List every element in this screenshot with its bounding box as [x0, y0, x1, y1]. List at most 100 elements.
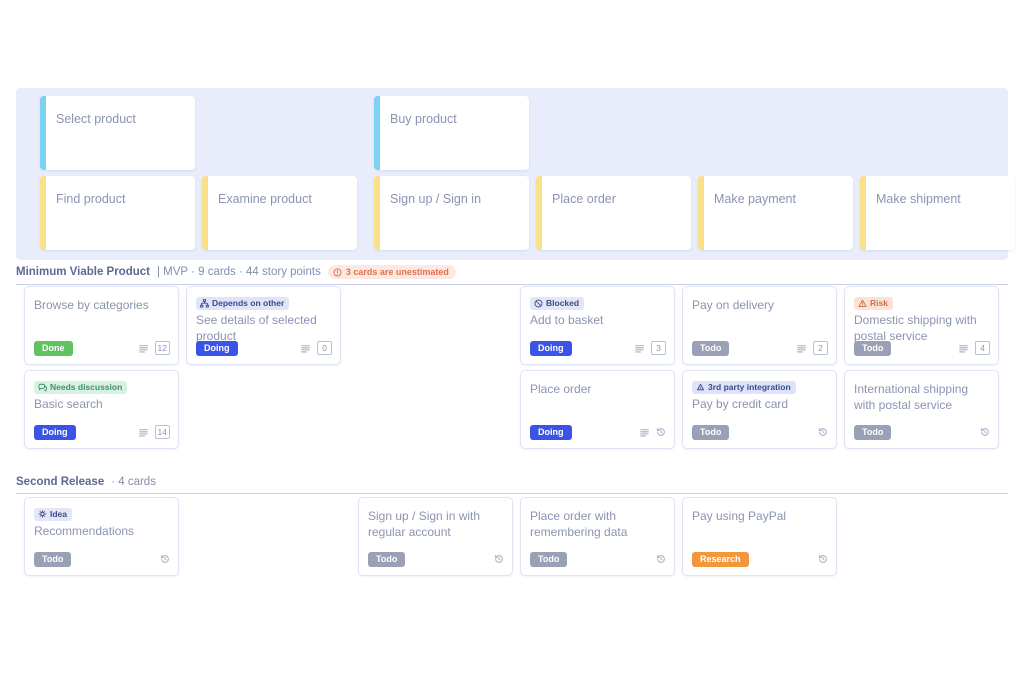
story-card[interactable]: International shipping with postal servi…: [844, 370, 999, 449]
release-card-lane: Idea Recommendations Todo Sign up / Sign in…: [0, 497, 1024, 667]
description-lines-icon[interactable]: [639, 427, 650, 438]
description-lines-icon[interactable]: [300, 343, 311, 354]
step-card[interactable]: Place order: [536, 176, 691, 250]
activity-card[interactable]: Buy product: [374, 96, 529, 170]
story-card-title: Pay by credit card: [692, 397, 789, 411]
step-title: Place order: [552, 192, 616, 206]
story-points-badge[interactable]: 12: [154, 341, 170, 355]
story-points-badge[interactable]: 2: [813, 341, 828, 355]
description-lines-icon[interactable]: [958, 343, 969, 354]
story-card-indicators: 2: [796, 341, 828, 355]
story-card[interactable]: Risk Domestic shipping with postal servic…: [844, 286, 999, 365]
story-points-badge[interactable]: 3: [651, 341, 666, 355]
story-card-title: Browse by categories: [34, 298, 149, 312]
step-card[interactable]: Examine product: [202, 176, 357, 250]
step-color-stripe: [860, 176, 866, 250]
step-title: Make payment: [714, 192, 796, 206]
release-header[interactable]: Second Release · 4 cards: [16, 476, 1008, 494]
story-card[interactable]: 3rd party integration Pay by credit card T…: [682, 370, 837, 449]
story-card-indicators: [818, 427, 828, 437]
story-card-footer: Doing 0: [196, 340, 332, 356]
story-card[interactable]: Blocked Add to basket Doing 3: [520, 286, 675, 365]
integration-icon: [696, 383, 705, 392]
story-card-status-badge[interactable]: Todo: [34, 551, 72, 567]
step-card[interactable]: Sign up / Sign in: [374, 176, 529, 250]
story-points-badge[interactable]: 0: [317, 341, 332, 355]
unestimated-clock-icon[interactable]: [160, 554, 170, 564]
story-card-status-badge[interactable]: Done: [34, 340, 73, 356]
step-card[interactable]: Find product: [40, 176, 195, 250]
release-name: Minimum Viable Product: [16, 266, 150, 278]
unestimated-clock-icon[interactable]: [494, 554, 504, 564]
story-card-indicators: 12: [138, 341, 170, 355]
story-card[interactable]: Idea Recommendations Todo: [24, 497, 179, 576]
story-card-indicators: 14: [138, 425, 170, 439]
story-card-tag[interactable]: 3rd party integration: [692, 381, 796, 394]
step-color-stripe: [202, 176, 208, 250]
story-card-tag[interactable]: Risk: [854, 297, 893, 310]
story-card-status-badge[interactable]: Todo: [368, 551, 406, 567]
story-card-status-badge[interactable]: Doing: [530, 424, 572, 440]
description-lines-icon[interactable]: [138, 343, 149, 354]
story-card[interactable]: Place order with remembering data Todo: [520, 497, 675, 576]
story-card-status-badge[interactable]: Todo: [854, 424, 892, 440]
release-header[interactable]: Minimum Viable Product | MVP · 9 cards · …: [16, 265, 1008, 285]
unestimated-clock-icon[interactable]: [818, 427, 828, 437]
story-points-badge[interactable]: 14: [154, 425, 170, 439]
description-lines-icon[interactable]: [138, 427, 149, 438]
story-card[interactable]: Needs discussion Basic search Doing 14: [24, 370, 179, 449]
activity-card[interactable]: Select product: [40, 96, 195, 170]
story-card[interactable]: Sign up / Sign in with regular account To…: [358, 497, 513, 576]
story-card-tags: Needs discussion: [34, 379, 170, 394]
unestimated-clock-icon[interactable]: [818, 554, 828, 564]
story-card-tag[interactable]: Blocked: [530, 297, 585, 310]
activity-title: Select product: [56, 112, 136, 126]
story-card-status-badge[interactable]: Doing: [34, 424, 76, 440]
story-card-footer: Doing 14: [34, 424, 170, 440]
story-card[interactable]: Browse by categories Done 12: [24, 286, 179, 365]
story-card-footer: Todo 2: [692, 340, 828, 356]
story-card[interactable]: Pay on delivery Todo 2: [682, 286, 837, 365]
story-card-title: Add to basket: [530, 313, 604, 327]
story-card-status-badge[interactable]: Research: [692, 551, 749, 567]
story-points-badge[interactable]: 4: [975, 341, 990, 355]
story-card-tag-label: 3rd party integration: [708, 382, 791, 392]
story-card-status-badge[interactable]: Todo: [530, 551, 568, 567]
story-card[interactable]: Depends on other See details of selected …: [186, 286, 341, 365]
warning-triangle-icon: [858, 299, 867, 308]
story-card[interactable]: Pay using PayPal Research: [682, 497, 837, 576]
story-card-indicators: [656, 554, 666, 564]
story-card-indicators: [639, 427, 666, 438]
step-card[interactable]: Make shipment: [860, 176, 1015, 250]
story-card[interactable]: Place order Doing: [520, 370, 675, 449]
unestimated-clock-icon[interactable]: [656, 554, 666, 564]
step-title: Make shipment: [876, 192, 961, 206]
story-map-header-band: Select product Buy product Find product Ex…: [16, 88, 1015, 260]
activity-title: Buy product: [390, 112, 457, 126]
story-card-status-badge[interactable]: Doing: [196, 340, 238, 356]
story-card-status-badge[interactable]: Todo: [692, 340, 730, 356]
step-color-stripe: [698, 176, 704, 250]
unestimated-warning-badge[interactable]: 3 cards are unestimated: [327, 265, 456, 279]
story-map-board: Select product Buy product Find product Ex…: [0, 0, 1024, 683]
step-color-stripe: [536, 176, 542, 250]
story-card-status-badge[interactable]: Todo: [854, 340, 892, 356]
story-card-indicators: 3: [634, 341, 666, 355]
story-card-footer: Doing: [530, 424, 666, 440]
activity-row: Select product Buy product: [16, 96, 1008, 170]
story-card-tag[interactable]: Depends on other: [196, 297, 290, 310]
story-card-tag[interactable]: Needs discussion: [34, 381, 128, 394]
story-card-indicators: 0: [300, 341, 332, 355]
story-card-tags: 3rd party integration: [692, 379, 828, 394]
step-title: Find product: [56, 192, 126, 206]
unestimated-warning-label: 3 cards are unestimated: [345, 267, 449, 277]
description-lines-icon[interactable]: [796, 343, 807, 354]
story-card-status-badge[interactable]: Todo: [692, 424, 730, 440]
story-card-status-badge[interactable]: Doing: [530, 340, 572, 356]
step-card[interactable]: Make payment: [698, 176, 853, 250]
unestimated-clock-icon[interactable]: [656, 427, 666, 437]
story-card-title: Recommendations: [34, 524, 135, 538]
unestimated-clock-icon[interactable]: [980, 427, 990, 437]
description-lines-icon[interactable]: [634, 343, 645, 354]
story-card-tag[interactable]: Idea: [34, 508, 73, 521]
